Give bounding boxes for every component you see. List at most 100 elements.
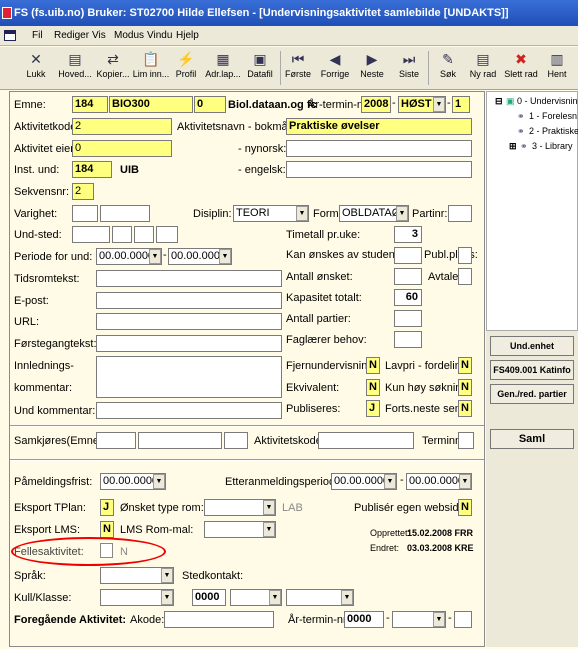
faglarer-behov-field[interactable]: [394, 331, 422, 348]
kan-onskes-field[interactable]: [394, 247, 422, 264]
year-field[interactable]: 2008: [361, 96, 391, 113]
publiseres-field[interactable]: J: [366, 400, 380, 417]
und-kommentar-field[interactable]: [96, 402, 282, 419]
chevron-down-icon[interactable]: ▼: [341, 590, 353, 605]
publiser-web-field[interactable]: N: [458, 499, 472, 516]
lukk-button[interactable]: ✕ Lukk: [18, 49, 54, 87]
hent-button[interactable]: ▥ Hent: [542, 49, 572, 87]
tree-item-1[interactable]: 1 - Forelesn: [529, 111, 577, 121]
samkjores-aktkode-field[interactable]: [318, 432, 414, 449]
timetall-field[interactable]: 3: [394, 226, 422, 243]
innledningskommentar-field[interactable]: [96, 356, 282, 398]
und-enhet-button[interactable]: Und.enhet: [490, 336, 574, 356]
eksport-tplan-field[interactable]: J: [100, 499, 114, 516]
lavpri-field[interactable]: N: [458, 357, 472, 374]
katinfo-button[interactable]: FS409.001 Katinfo: [490, 360, 574, 380]
sok-button[interactable]: ✎ Søk: [434, 49, 462, 87]
tree-item-3[interactable]: 3 - Library: [532, 141, 573, 151]
aktivitetkode-field[interactable]: 2: [72, 118, 172, 135]
chevron-down-icon[interactable]: ▼: [219, 249, 231, 264]
tree-root[interactable]: 0 - Undervisning: [517, 96, 578, 106]
tree-item-2[interactable]: 2 - Praktiske: [529, 126, 578, 136]
fjernundervisning-field[interactable]: N: [366, 357, 380, 374]
gen-red-partier-button[interactable]: Gen./red. partier: [490, 384, 574, 404]
kopier-button[interactable]: ⇄ Kopier...: [94, 49, 132, 87]
forrige-button[interactable]: ◀ Forrige: [318, 49, 352, 87]
und-sted-field-1[interactable]: [72, 226, 110, 243]
chevron-down-icon[interactable]: ▼: [161, 568, 173, 583]
terminnr-field[interactable]: [458, 432, 474, 449]
und-sted-field-2[interactable]: [112, 226, 132, 243]
term-number-field[interactable]: 1: [452, 96, 470, 113]
aktivitet-eier-field[interactable]: 0: [72, 140, 172, 157]
menu-rediger[interactable]: Rediger: [54, 30, 89, 41]
first-record-icon: ⏮: [291, 51, 305, 67]
chevron-down-icon[interactable]: ▼: [296, 206, 308, 221]
epost-field[interactable]: [96, 292, 282, 309]
ekvivalent-field[interactable]: N: [366, 379, 380, 396]
eksport-lms-field[interactable]: N: [100, 521, 114, 538]
emne-inst-field[interactable]: 184: [72, 96, 108, 113]
foregaende-nr-field[interactable]: [454, 611, 472, 628]
chevron-down-icon[interactable]: ▼: [263, 522, 275, 537]
und-sted-field-3[interactable]: [134, 226, 154, 243]
datafil-button[interactable]: ▣ Datafil: [244, 49, 276, 87]
neste-button[interactable]: ▶ Neste: [356, 49, 388, 87]
slett-rad-button[interactable]: ✖ Slett rad: [502, 49, 540, 87]
emne-version-field[interactable]: 0: [194, 96, 226, 113]
chevron-down-icon[interactable]: ▼: [384, 474, 396, 489]
adr-lap-button[interactable]: ▦ Adr.lap...: [204, 49, 242, 87]
akode-field[interactable]: [164, 611, 274, 628]
chevron-down-icon[interactable]: ▼: [149, 249, 161, 264]
tree-expand-icon[interactable]: ⊞: [509, 141, 517, 152]
hoved-button[interactable]: ▤ Hoved...: [56, 49, 94, 87]
siste-button[interactable]: ⏭ Siste: [394, 49, 424, 87]
forste-button[interactable]: ⏮ Første: [282, 49, 314, 87]
chevron-down-icon[interactable]: ▼: [396, 206, 408, 221]
forstegangtekst-field[interactable]: [96, 335, 282, 352]
chevron-down-icon[interactable]: ▼: [269, 590, 281, 605]
inst-und-field[interactable]: 184: [72, 161, 112, 178]
menu-vindu[interactable]: Vindu: [147, 30, 172, 41]
chevron-down-icon[interactable]: ▼: [161, 590, 173, 605]
foregaende-year-field[interactable]: 0000: [344, 611, 384, 628]
url-field[interactable]: [96, 313, 282, 330]
chevron-down-icon[interactable]: ▼: [433, 97, 445, 112]
antall-onsket-field[interactable]: [394, 268, 422, 285]
partinr-field[interactable]: [448, 205, 472, 222]
aktivitetsnavn-nynorsk-field[interactable]: [286, 140, 472, 157]
saml-button[interactable]: Saml: [490, 429, 574, 449]
forts-neste-field[interactable]: N: [458, 400, 472, 417]
menu-hjelp[interactable]: Hjelp: [176, 30, 199, 41]
profil-button[interactable]: ⚡ Profil: [172, 49, 200, 87]
aktivitetsnavn-bokmal-field[interactable]: Praktiske øvelser: [286, 118, 472, 135]
chevron-down-icon[interactable]: ▼: [433, 612, 445, 627]
aktivitetsnavn-engelsk-field[interactable]: [286, 161, 472, 178]
chevron-down-icon[interactable]: ▼: [153, 474, 165, 489]
und-sted-field-4[interactable]: [156, 226, 178, 243]
menu-vis[interactable]: Vis: [92, 30, 106, 41]
chevron-down-icon[interactable]: ▼: [263, 500, 275, 515]
varighet-field-1[interactable]: [72, 205, 98, 222]
publ-plass-field[interactable]: [458, 247, 472, 264]
samkjores-ver-field[interactable]: [224, 432, 248, 449]
tidsromtekst-field[interactable]: [96, 270, 282, 287]
ny-rad-button[interactable]: ▤ Ny rad: [466, 49, 500, 87]
samkjores-inst-field[interactable]: [96, 432, 136, 449]
antall-partier-field[interactable]: [394, 310, 422, 327]
chevron-down-icon[interactable]: ▼: [459, 474, 471, 489]
antall-onsket-label: Antall ønsket:: [286, 271, 353, 283]
emne-code-field[interactable]: BIO300: [109, 96, 193, 113]
menu-modus[interactable]: Modus: [114, 30, 144, 41]
avtale-field[interactable]: [458, 268, 472, 285]
kun-hoy-field[interactable]: N: [458, 379, 472, 396]
window-icon[interactable]: [4, 30, 16, 41]
tree-expand-icon[interactable]: ⊟: [495, 96, 503, 107]
menu-fil[interactable]: Fil: [32, 30, 43, 41]
sekvensnr-field[interactable]: 2: [72, 183, 94, 200]
kull-year-field[interactable]: 0000: [192, 589, 226, 606]
kapasitet-field[interactable]: 60: [394, 289, 422, 306]
lim-inn-button[interactable]: 📋 Lim inn...: [132, 49, 170, 87]
samkjores-emne-field[interactable]: [138, 432, 222, 449]
varighet-field-2[interactable]: [100, 205, 150, 222]
